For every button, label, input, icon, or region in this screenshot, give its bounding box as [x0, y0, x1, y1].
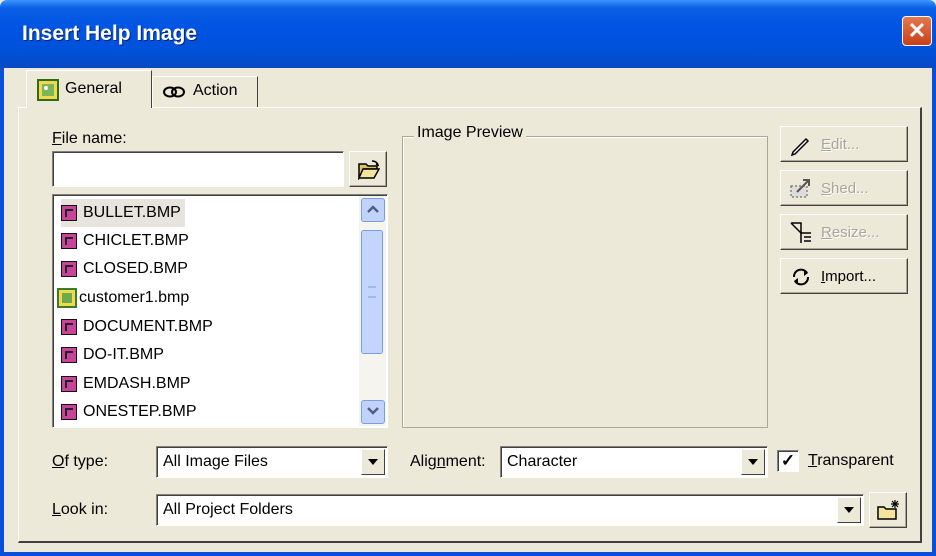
bmp-file-icon — [61, 233, 77, 249]
image-icon — [37, 79, 59, 101]
chevron-up-icon — [367, 205, 379, 213]
list-item-label: DO-IT.BMP — [83, 346, 164, 363]
list-item-label: ONESTEP.BMP — [83, 403, 197, 420]
tab-general[interactable]: General — [26, 70, 152, 108]
pencil-icon — [790, 137, 810, 156]
tab-action-label: Action — [193, 82, 238, 99]
browse-folder-button[interactable] — [349, 151, 387, 187]
alignment-label: Alignment: — [410, 453, 486, 471]
alignment-label-pre: Alig — [410, 453, 437, 470]
shed-button-label: Shed... — [821, 180, 869, 197]
new-folder-button[interactable] — [869, 492, 907, 528]
list-item-label: CLOSED.BMP — [83, 260, 188, 277]
edit-button-label: Edit... — [821, 136, 859, 153]
file-list-scrollbar[interactable] — [359, 196, 386, 426]
list-item[interactable]: CLOSED.BMP — [61, 255, 188, 283]
window-frame-left — [0, 68, 4, 556]
bmp-file-icon — [61, 261, 77, 277]
window-frame-bottom — [0, 552, 936, 556]
window-title: Insert Help Image — [22, 22, 198, 45]
image-file-icon — [57, 288, 77, 308]
list-item-label: CHICLET.BMP — [83, 232, 189, 249]
bmp-file-icon — [61, 376, 77, 392]
file-list[interactable]: BULLET.BMP CHICLET.BMP CLOSED.BMP custom… — [52, 194, 388, 428]
look-in-label: Look in: — [52, 501, 108, 519]
chevron-down-icon — [367, 407, 379, 415]
chain-link-icon — [163, 86, 185, 98]
alignment-select[interactable]: Character — [500, 446, 768, 478]
image-preview-label: Image Preview — [414, 124, 526, 142]
tab-general-label: General — [65, 80, 122, 97]
open-folder-icon — [358, 160, 380, 180]
transparent-label[interactable]: Transparent — [808, 452, 894, 470]
resize-label-text: esize... — [831, 224, 880, 241]
new-folder-icon — [877, 500, 899, 520]
import-button-label: Import... — [821, 268, 876, 285]
chevron-down-icon[interactable] — [837, 497, 861, 523]
list-item-label: customer1.bmp — [79, 289, 190, 306]
list-item[interactable]: DOCUMENT.BMP — [61, 313, 213, 341]
bmp-file-icon — [61, 404, 77, 420]
list-item[interactable]: customer1.bmp — [57, 284, 189, 312]
list-item-label: BULLET.BMP — [83, 204, 181, 221]
shed-button[interactable]: Shed... — [780, 170, 908, 206]
alignment-label-post: ment: — [445, 453, 486, 470]
image-preview-area — [402, 136, 768, 428]
alignment-accel: n — [436, 453, 446, 470]
resize-button[interactable]: Resize... — [780, 214, 908, 250]
file-name-label: File name: — [52, 130, 127, 148]
scroll-grip — [368, 286, 376, 298]
look-in-value: All Project Folders — [163, 501, 293, 518]
list-item-label: DOCUMENT.BMP — [83, 318, 213, 335]
list-item[interactable]: BULLET.BMP — [61, 199, 185, 227]
close-button[interactable]: ✕ — [902, 16, 932, 46]
of-type-select[interactable]: All Image Files — [156, 446, 388, 478]
file-name-label-accel: F — [52, 130, 62, 147]
edit-button[interactable]: Edit... — [780, 126, 908, 162]
scroll-up-button[interactable] — [361, 198, 385, 222]
file-name-input[interactable] — [52, 151, 344, 187]
look-in-label-text: ook in: — [60, 501, 109, 518]
list-item[interactable]: EMDASH.BMP — [61, 370, 191, 398]
of-type-accel: O — [52, 453, 65, 470]
look-in-select[interactable]: All Project Folders — [156, 494, 864, 526]
look-in-accel: L — [52, 501, 61, 518]
chevron-down-icon[interactable] — [741, 449, 765, 475]
bmp-file-icon — [61, 205, 77, 221]
of-type-label: Of type: — [52, 453, 108, 471]
resize-accel: R — [821, 224, 832, 241]
of-type-label-text: f type: — [64, 453, 109, 470]
close-icon: ✕ — [907, 18, 927, 43]
transparent-checkbox[interactable]: ✓ — [777, 450, 799, 472]
scroll-down-button[interactable] — [361, 400, 385, 424]
import-button[interactable]: Import... — [780, 258, 908, 294]
of-type-value: All Image Files — [163, 453, 268, 470]
shed-label-text: hed... — [831, 180, 869, 197]
edit-label-text: dit... — [831, 136, 860, 153]
list-item[interactable]: ONESTEP.BMP — [61, 398, 197, 426]
bmp-file-icon — [61, 347, 77, 363]
resize-button-label: Resize... — [821, 224, 879, 241]
list-item-label: EMDASH.BMP — [83, 375, 191, 392]
file-name-label-text: ile name: — [61, 130, 127, 147]
shed-accel: S — [821, 180, 832, 197]
list-item[interactable]: CHICLET.BMP — [61, 227, 189, 255]
list-item[interactable]: DO-IT.BMP — [61, 341, 164, 369]
refresh-icon — [793, 268, 809, 286]
tab-action[interactable]: Action — [152, 76, 258, 107]
shed-hotspot-icon — [790, 179, 810, 198]
scroll-thumb[interactable] — [361, 230, 383, 354]
check-icon: ✓ — [780, 451, 796, 470]
alignment-value: Character — [507, 453, 578, 470]
import-label-text: mport... — [825, 268, 877, 285]
transparent-accel: T — [808, 452, 818, 469]
window-frame-right — [932, 68, 936, 556]
resize-icon — [790, 222, 811, 243]
edit-accel: E — [821, 136, 832, 153]
chevron-down-icon[interactable] — [361, 449, 385, 475]
bmp-file-icon — [61, 319, 77, 335]
transparent-label-text: ransparent — [817, 452, 894, 469]
